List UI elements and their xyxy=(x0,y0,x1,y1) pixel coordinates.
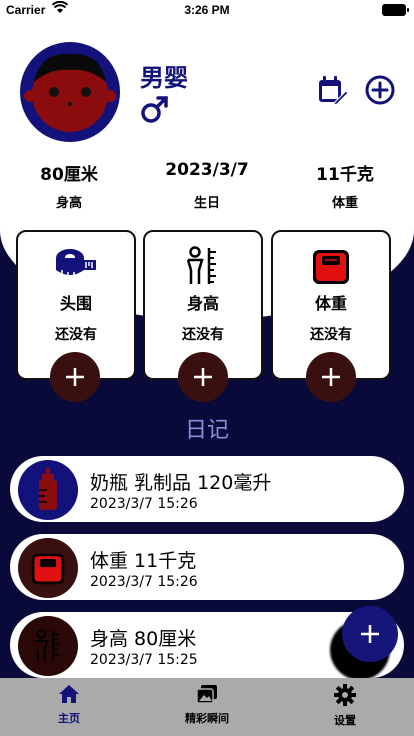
plus-icon xyxy=(361,625,379,643)
stat-birthday: 2023/3/7 生日 xyxy=(138,160,276,211)
stat-value: 11千克 xyxy=(316,165,374,185)
card-title: 头围 xyxy=(59,294,92,313)
tab-settings[interactable]: 设置 xyxy=(276,684,414,728)
entry-text: 体重 11千克 xyxy=(90,550,197,572)
tab-label: 主页 xyxy=(58,712,80,725)
battery-icon xyxy=(382,4,409,16)
stat-weight: 11千克 体重 xyxy=(276,160,414,211)
card-value: 还没有 xyxy=(182,327,224,343)
tab-bar: 主页 精彩瞬间 设置 xyxy=(0,678,414,736)
add-diary-entry-button[interactable] xyxy=(342,606,398,662)
plus-icon xyxy=(322,368,340,386)
bottle-icon xyxy=(18,460,78,520)
photos-icon xyxy=(196,685,217,704)
gear-icon xyxy=(334,684,356,706)
plus-icon xyxy=(194,368,212,386)
entry-time: 2023/3/7 15:25 xyxy=(90,652,198,668)
tape-measure-icon xyxy=(18,246,134,286)
card-title: 体重 xyxy=(314,294,347,313)
scale-icon xyxy=(273,246,389,286)
add-weight-button[interactable] xyxy=(306,352,356,402)
add-height-button[interactable] xyxy=(178,352,228,402)
add-circle-icon xyxy=(365,75,395,105)
stat-value: 80厘米 xyxy=(40,165,98,185)
plus-icon xyxy=(66,368,84,386)
tab-label: 设置 xyxy=(334,714,356,727)
add-head-circumference-button[interactable] xyxy=(50,352,100,402)
stat-label: 体重 xyxy=(331,196,358,211)
stat-label: 身高 xyxy=(55,196,82,211)
height-ruler-icon xyxy=(145,246,261,286)
card-value: 还没有 xyxy=(55,327,97,343)
entry-text: 身高 80厘米 xyxy=(90,628,197,650)
entry-time: 2023/3/7 15:26 xyxy=(90,574,198,590)
diary-entry[interactable]: 体重 11千克 2023/3/7 15:26 xyxy=(10,534,404,600)
male-gender-icon xyxy=(140,94,170,128)
diary-entry[interactable]: 奶瓶 乳制品 120毫升 2023/3/7 15:26 xyxy=(10,456,404,522)
tab-label: 精彩瞬间 xyxy=(185,712,229,725)
add-baby-button[interactable] xyxy=(364,74,396,110)
status-bar: Carrier 3:26 PM xyxy=(0,0,414,22)
tab-home[interactable]: 主页 xyxy=(0,684,138,726)
home-icon xyxy=(59,685,79,703)
stat-label: 生日 xyxy=(193,196,220,211)
stat-value: 2023/3/7 xyxy=(165,160,249,180)
edit-calendar-button[interactable] xyxy=(316,74,349,110)
scale-icon xyxy=(18,538,78,598)
calendar-edit-icon xyxy=(319,76,349,106)
clock: 3:26 PM xyxy=(184,3,230,17)
card-title: 身高 xyxy=(186,294,219,313)
card-value: 还没有 xyxy=(310,327,352,343)
baby-face-icon xyxy=(24,53,116,132)
baby-name: 男婴 xyxy=(140,64,188,92)
stat-height: 80厘米 身高 xyxy=(0,160,138,211)
diary-section-title: 日记 xyxy=(184,418,229,443)
entry-time: 2023/3/7 15:26 xyxy=(90,496,198,512)
height-ruler-icon xyxy=(18,616,78,676)
entry-text: 奶瓶 乳制品 120毫升 xyxy=(90,472,272,494)
avatar[interactable] xyxy=(20,42,120,142)
tab-moments[interactable]: 精彩瞬间 xyxy=(138,684,276,726)
